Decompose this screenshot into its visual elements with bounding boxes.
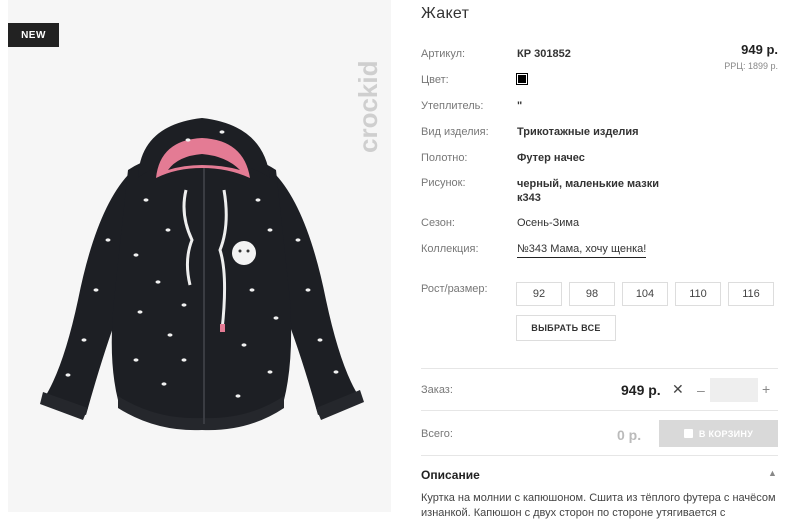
sku-value: КР 301852	[517, 48, 571, 60]
size-option-92[interactable]: 92	[516, 282, 562, 306]
size-option-110[interactable]: 110	[675, 282, 721, 306]
size-option-98[interactable]: 98	[569, 282, 615, 306]
sku-label: Артикул:	[421, 48, 466, 60]
jacket-illustration	[40, 118, 364, 431]
size-option-104[interactable]: 104	[622, 282, 668, 306]
select-all-sizes-button[interactable]: ВЫБРАТЬ ВСЕ	[516, 315, 616, 341]
size-label: Рост/размер:	[421, 283, 488, 295]
product-photo[interactable]: NEW crockid	[8, 0, 391, 512]
pattern-label: Рисунок:	[421, 177, 466, 189]
product-price: 949 р.	[741, 42, 778, 57]
description-heading[interactable]: Описание	[421, 468, 480, 482]
season-label: Сезон:	[421, 217, 455, 229]
increase-qty-button[interactable]: +	[762, 381, 770, 397]
add-to-cart-button[interactable]: В КОРЗИНУ	[659, 420, 778, 447]
recommended-retail-price: РРЦ: 1899 р.	[724, 61, 778, 71]
order-label: Заказ:	[421, 384, 453, 396]
size-selector: 92 98 104 110 116	[516, 282, 774, 306]
collapse-caret-icon[interactable]: ▲	[768, 468, 777, 478]
description-text: Куртка на молнии с капюшоном. Сшита из т…	[421, 492, 776, 519]
product-title: Жакет	[421, 5, 470, 22]
bag-icon	[683, 429, 693, 438]
fabric-label: Полотно:	[421, 152, 468, 164]
color-swatch[interactable]	[516, 73, 528, 85]
remove-order-icon[interactable]: ✕	[672, 381, 684, 398]
divider	[421, 455, 778, 456]
quantity-input[interactable]	[710, 378, 758, 402]
add-to-cart-label: В КОРЗИНУ	[698, 428, 754, 439]
collection-label: Коллекция:	[421, 243, 479, 255]
size-option-116[interactable]: 116	[728, 282, 774, 306]
order-price: 949 р.	[621, 382, 661, 398]
divider	[421, 368, 778, 369]
fabric-value: Футер начес	[517, 152, 585, 164]
divider	[421, 410, 778, 411]
season-value: Осень-Зима	[517, 217, 580, 229]
collection-link[interactable]: №343 Мама, хочу щенка!	[517, 243, 647, 258]
insulation-label: Утеплитель:	[421, 100, 484, 112]
total-value: 0 р.	[617, 427, 642, 443]
product-type-label: Вид изделия:	[421, 126, 489, 138]
pattern-value: черный, маленькие мазки к343	[517, 178, 660, 204]
total-label: Всего:	[421, 428, 453, 440]
decrease-qty-button[interactable]: –	[697, 382, 705, 398]
product-type-value: Трикотажные изделия	[517, 126, 639, 138]
color-label: Цвет:	[421, 74, 449, 86]
insulation-value: "	[517, 100, 523, 112]
